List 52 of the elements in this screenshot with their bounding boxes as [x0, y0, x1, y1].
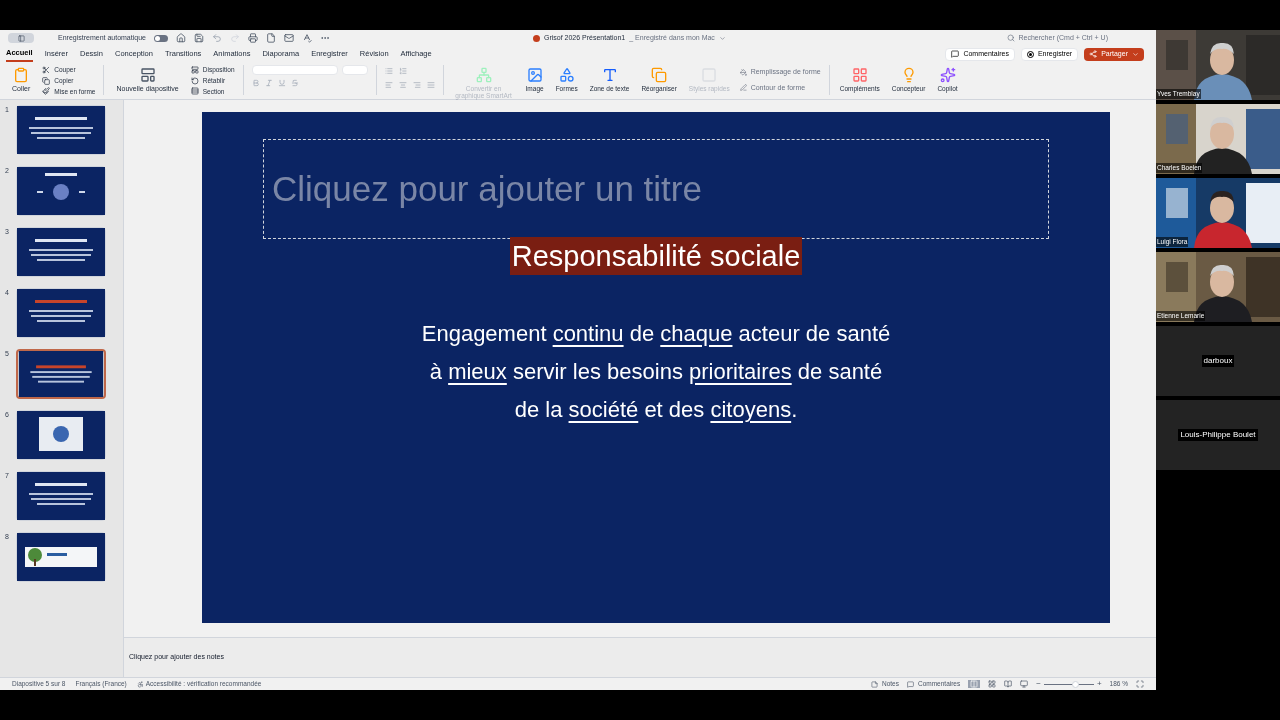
toolbar-icon[interactable] [301, 33, 312, 43]
fit-slide-icon[interactable] [1136, 680, 1144, 688]
caret-icon [1132, 50, 1139, 58]
slide-heading: Responsabilité sociale [509, 237, 803, 275]
format-icon[interactable] [264, 79, 273, 87]
notes-icon [870, 680, 878, 688]
slide-body-line: de la société et des citoyens. [514, 397, 798, 423]
new-slide-icon [139, 67, 156, 83]
add-ins-icon [851, 67, 868, 83]
toolbar-icon[interactable] [247, 33, 258, 43]
shapes-icon [558, 67, 575, 83]
share-icon [1089, 50, 1098, 58]
toolbar-icon[interactable] [175, 33, 186, 43]
copy-icon [42, 76, 51, 85]
pen-icon [739, 84, 747, 92]
zoom-in-button[interactable]: + [1096, 678, 1102, 690]
comment-icon [951, 50, 960, 58]
normal-view-icon[interactable] [968, 680, 981, 688]
slide-body-line: à mieux servir les besoins prioritaires de santé [429, 359, 883, 385]
autosave-toggle[interactable] [153, 34, 168, 42]
scissors-icon [42, 65, 51, 74]
smartart-icon [475, 67, 492, 83]
reading-view-icon[interactable] [1004, 680, 1013, 688]
grid-view-icon[interactable] [988, 680, 997, 688]
slideshow-icon[interactable] [1020, 680, 1029, 688]
reset-icon [190, 76, 199, 85]
toolbar-icon[interactable] [193, 33, 204, 43]
slide-body-line: Engagement continu de chaque acteur de santé [421, 321, 891, 347]
paint-bucket-icon [739, 68, 747, 76]
toolbar-icon[interactable] [265, 33, 276, 43]
image-icon [526, 67, 543, 83]
font-name-field[interactable] [251, 65, 338, 75]
comment-icon [906, 680, 914, 688]
search-icon [1006, 34, 1015, 42]
section-icon [190, 87, 199, 96]
text-box-icon [601, 67, 618, 83]
arrange-icon [651, 67, 668, 83]
slide-thumbnail[interactable] [16, 349, 106, 399]
paste-icon [13, 67, 30, 83]
document-icon [532, 34, 540, 42]
caret-icon [718, 34, 726, 42]
title-placeholder-text: Cliquez pour ajouter un titre [272, 167, 702, 210]
accessibility-icon[interactable] [136, 680, 144, 688]
participant-name: Louis-Philippe Boulet [1178, 429, 1258, 441]
layout-icon [190, 65, 199, 74]
zoom-out-button[interactable]: − [1036, 678, 1041, 690]
participant-name: darboux [1201, 355, 1235, 367]
copilot-icon [939, 67, 956, 83]
font-size-field[interactable] [341, 65, 368, 75]
paintbrush-icon [42, 87, 51, 96]
sidebar-toggle-icon[interactable] [8, 33, 34, 43]
toolbar-icon[interactable] [283, 33, 294, 43]
